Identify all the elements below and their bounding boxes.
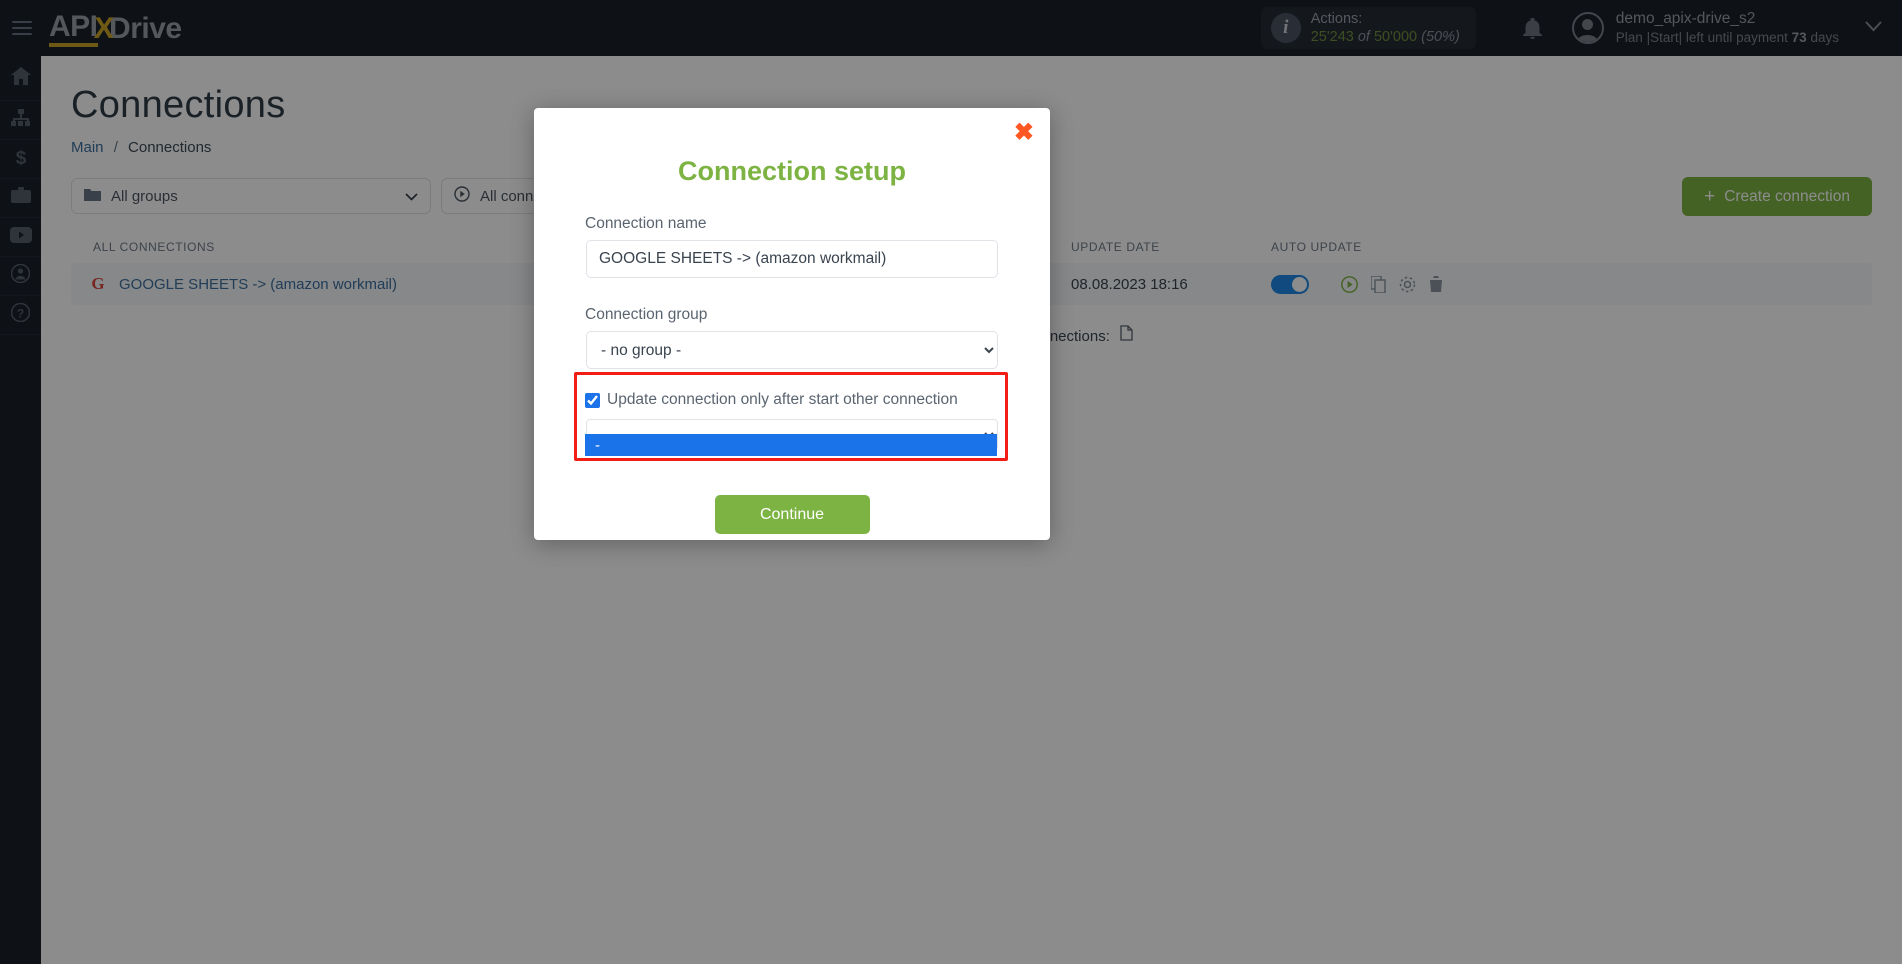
dependency-checkbox[interactable] <box>585 392 600 408</box>
dependency-checkbox-label[interactable]: Update connection only after start other… <box>607 391 958 409</box>
connection-group-label: Connection group <box>585 306 708 323</box>
continue-button[interactable]: Continue <box>714 495 870 534</box>
dependency-dropdown-option-selected[interactable]: - <box>585 434 997 456</box>
app-root: API X Drive i Actions: 25'243 of 50'000 … <box>0 0 1902 964</box>
modal-title: Connection setup <box>678 156 906 186</box>
connection-name-label: Connection name <box>585 215 707 232</box>
close-icon[interactable]: ✖ <box>1014 121 1034 145</box>
dependency-checkbox-row: Update connection only after start other… <box>585 391 1050 409</box>
connection-group-select[interactable]: - no group - <box>586 331 998 369</box>
connection-name-input[interactable] <box>586 240 998 278</box>
connection-setup-modal: ✖ Connection setup Connection name Conne… <box>534 108 1050 540</box>
dependency-dropdown-list: - <box>585 434 997 456</box>
